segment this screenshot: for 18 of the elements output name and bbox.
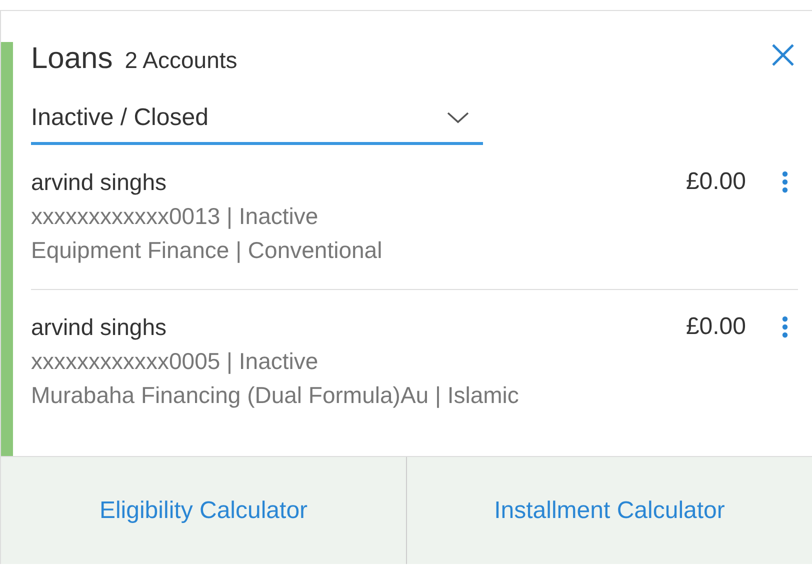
product-type: Murabaha Financing (Dual Formula)Au | Islamic xyxy=(31,381,520,410)
status-dropdown[interactable]: Inactive / Closed xyxy=(31,92,483,145)
close-icon xyxy=(770,42,796,68)
account-balance: £0.00 xyxy=(686,167,746,197)
calculator-link[interactable]: Eligibility Calculator xyxy=(1,457,406,564)
card-title: Loans xyxy=(31,42,113,76)
more-vertical-icon xyxy=(782,316,788,338)
account-balance: £0.00 xyxy=(686,312,746,342)
close-button[interactable] xyxy=(770,42,796,68)
chevron-down-icon xyxy=(447,112,469,124)
more-vertical-icon xyxy=(782,171,788,193)
account-name: arvind singhs xyxy=(31,168,168,197)
account-number: xxxxxxxxxxxx0005 | Inactive xyxy=(31,347,320,376)
account-name: arvind singhs xyxy=(31,313,168,342)
account-count: 2 Accounts xyxy=(124,47,238,74)
product-type: Equipment Finance | Conventional xyxy=(31,236,384,265)
calculator-link[interactable]: Installment Calculator xyxy=(406,457,812,564)
account-number: xxxxxxxxxxxx0013 | Inactive xyxy=(31,202,320,231)
